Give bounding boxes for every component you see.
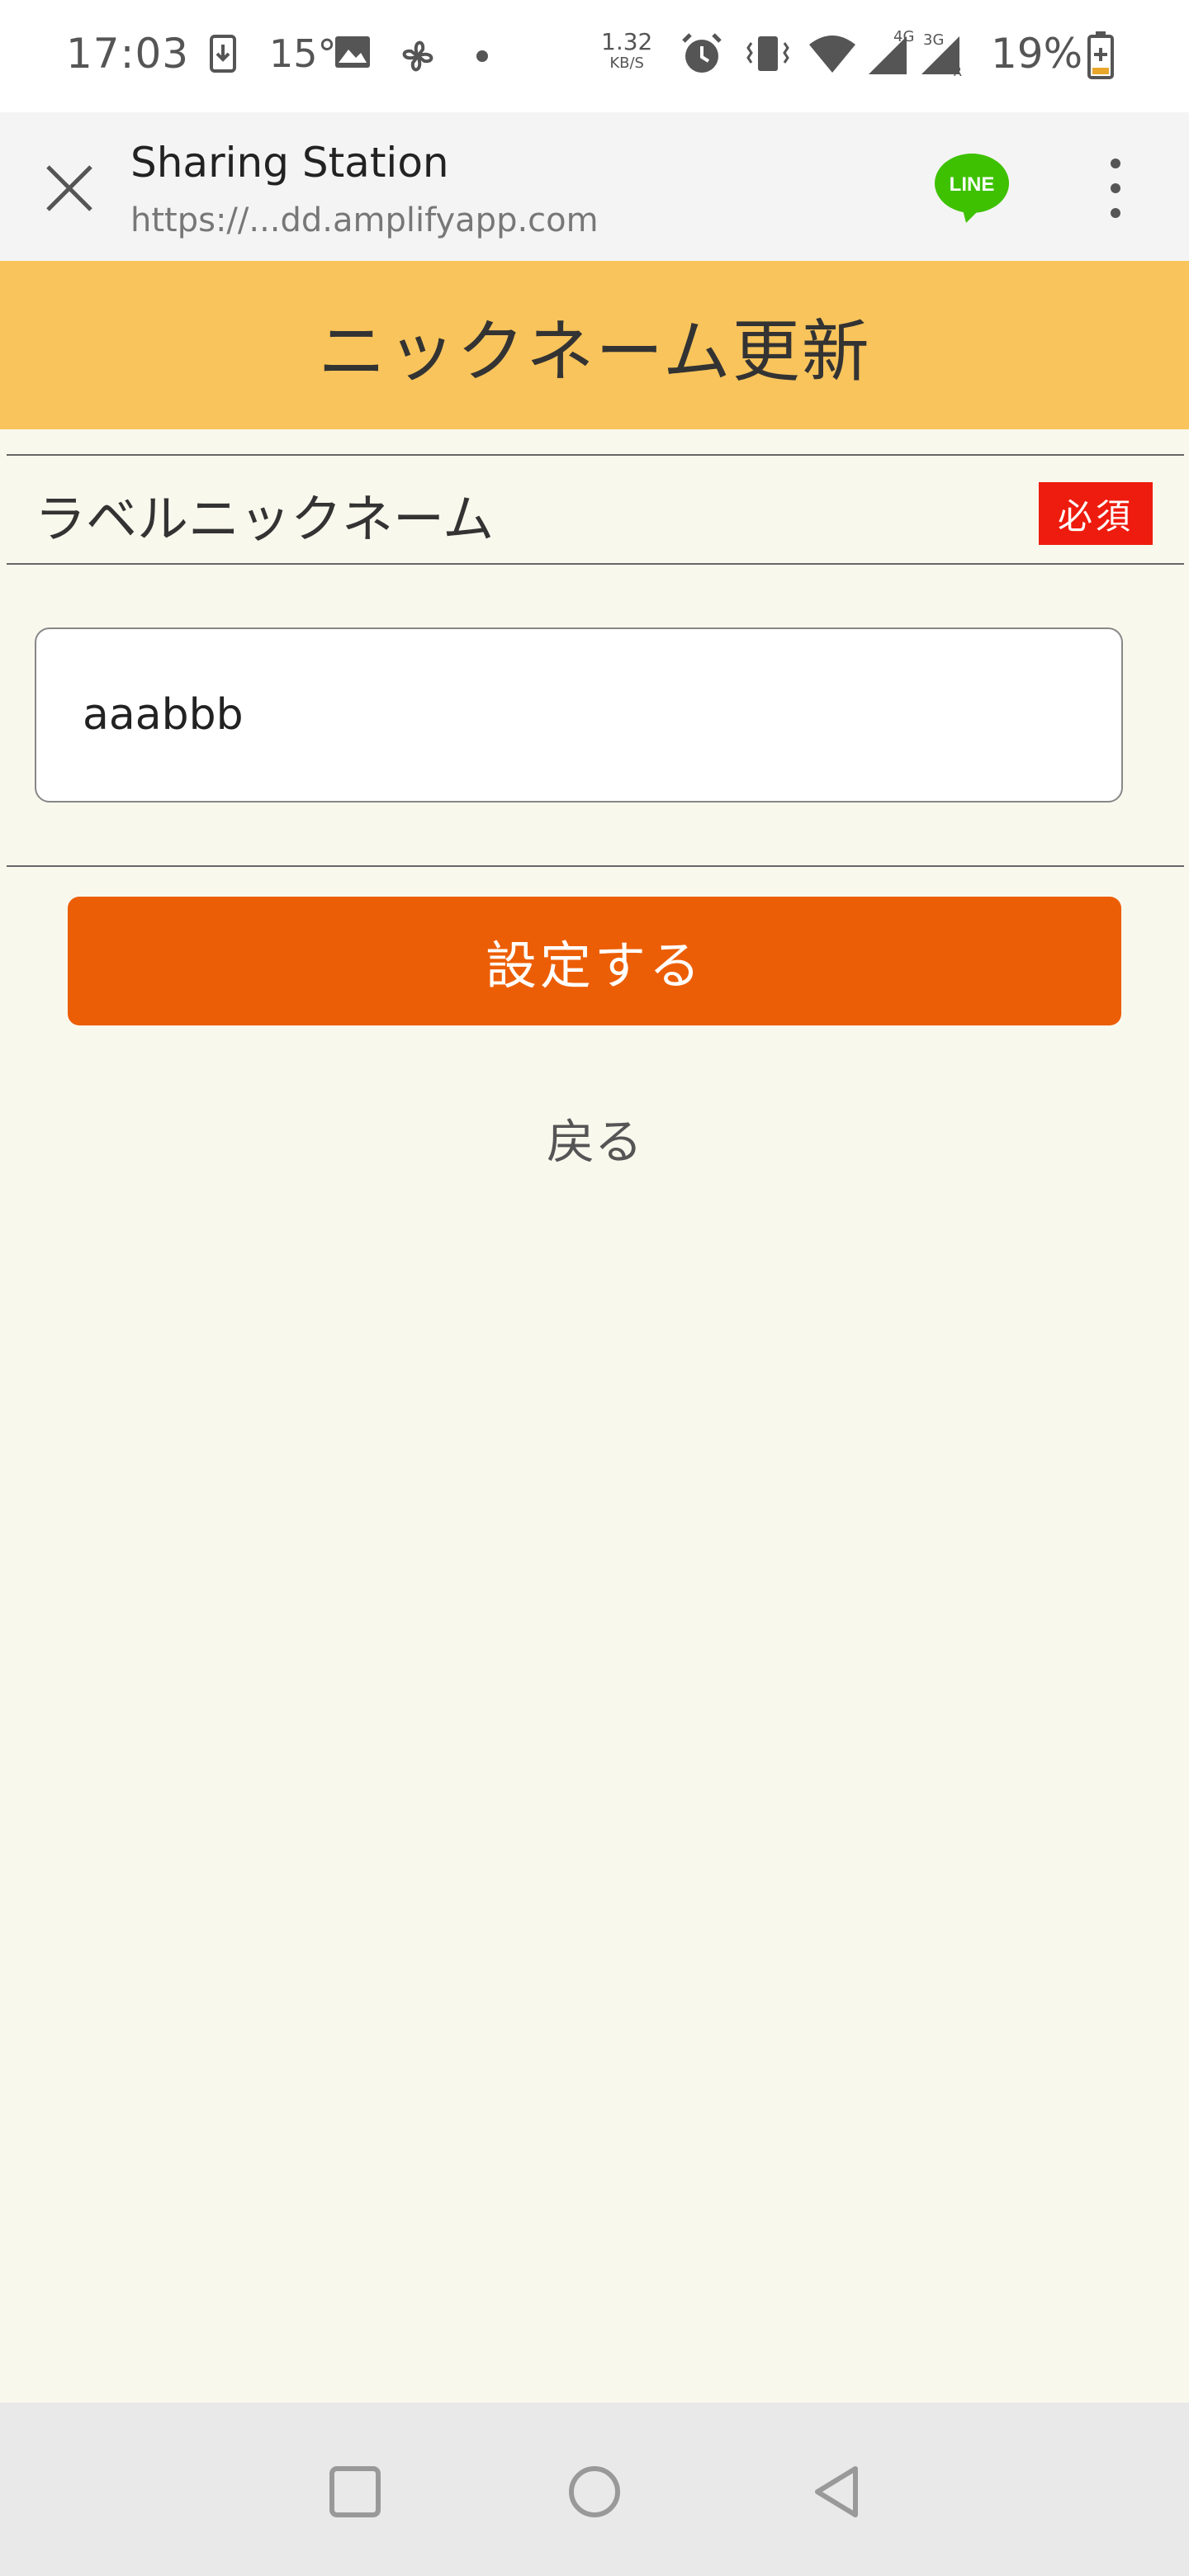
- alarm-icon: [682, 33, 722, 73]
- image-icon: [335, 36, 370, 68]
- network-speed-unit: KB/S: [609, 54, 644, 72]
- download-icon: [210, 35, 236, 73]
- pinwheel-icon: [402, 40, 433, 72]
- line-share-button[interactable]: LINE: [933, 152, 1011, 223]
- signal-3g-icon: 3G R: [921, 31, 962, 79]
- divider: [7, 865, 1184, 867]
- status-time: 17:03: [66, 30, 190, 78]
- status-temperature: 15°: [269, 31, 337, 76]
- signal-3g-label: 3G: [923, 31, 944, 49]
- network-speed: 1.32 KB/S: [601, 31, 652, 74]
- recent-apps-icon[interactable]: [324, 2460, 386, 2523]
- back-icon[interactable]: [806, 2460, 869, 2523]
- wifi-icon: [809, 36, 855, 73]
- divider: [7, 454, 1184, 456]
- signal-3g-sub: R: [953, 64, 962, 79]
- page-header: ニックネーム更新: [0, 261, 1189, 429]
- required-badge: 必須: [1039, 482, 1153, 545]
- submit-button[interactable]: 設定する: [68, 897, 1121, 1025]
- home-icon[interactable]: [563, 2460, 626, 2523]
- line-label: LINE: [950, 173, 995, 196]
- battery-percent: 19%: [991, 30, 1083, 78]
- browser-toolbar: Sharing Station https://...dd.amplifyapp…: [0, 112, 1189, 261]
- signal-4g-icon: 4G+: [869, 30, 915, 74]
- dot-icon: [476, 50, 488, 62]
- battery-icon: [1087, 31, 1114, 79]
- site-title: Sharing Station: [130, 139, 449, 187]
- vibrate-icon: [746, 36, 789, 71]
- system-nav-bar: [0, 2403, 1189, 2576]
- more-menu-icon[interactable]: [1098, 154, 1133, 223]
- page-title: ニックネーム更新: [318, 312, 871, 391]
- field-label: ラベルニックネーム: [35, 489, 495, 549]
- divider: [7, 563, 1184, 565]
- close-icon[interactable]: [40, 159, 99, 218]
- nickname-input[interactable]: [35, 627, 1123, 803]
- site-url: https://...dd.amplifyapp.com: [130, 201, 599, 239]
- network-speed-value: 1.32: [601, 28, 653, 55]
- back-link[interactable]: 戻る: [0, 1103, 1189, 1172]
- signal-4g-label: 4G+: [893, 30, 915, 45]
- status-bar: 17:03 15° 1.32 KB/S 4G+: [0, 0, 1189, 112]
